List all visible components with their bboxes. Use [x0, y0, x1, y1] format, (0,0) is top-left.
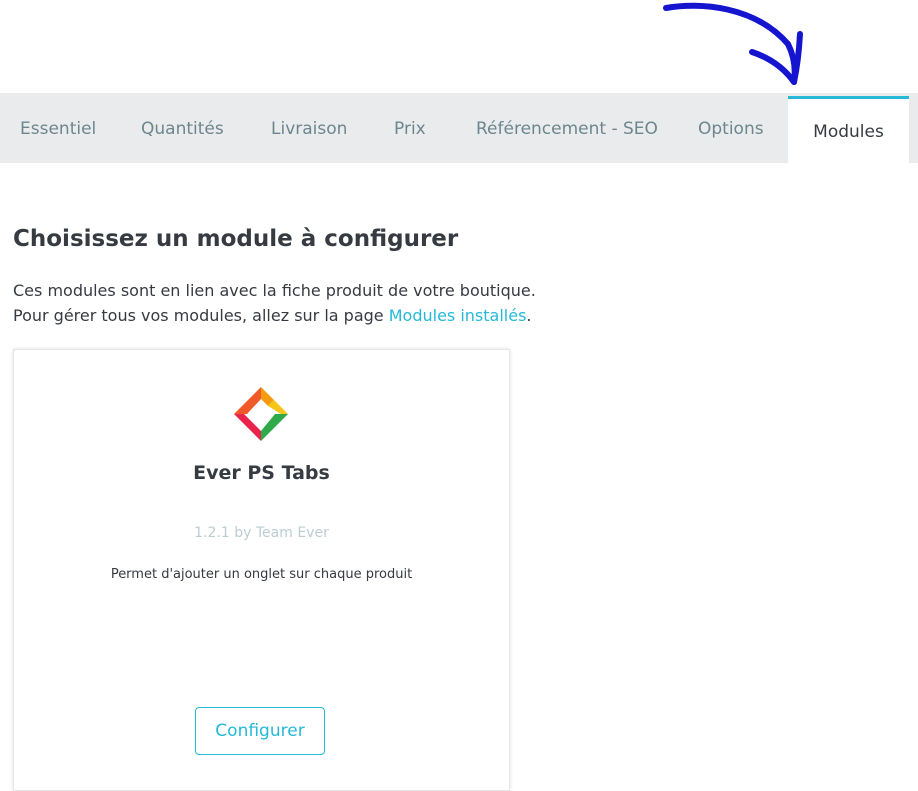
tab-referencement-seo[interactable]: Référencement - SEO — [476, 93, 658, 163]
intro-line-1: Ces modules sont en lien avec la fiche p… — [13, 281, 536, 300]
diamond-logo-icon — [234, 387, 288, 441]
tab-quantites[interactable]: Quantités — [141, 93, 224, 163]
intro-line-2: Pour gérer tous vos modules, allez sur l… — [13, 303, 536, 328]
intro-text: Ces modules sont en lien avec la fiche p… — [13, 278, 536, 328]
module-description: Permet d'ajouter un onglet sur chaque pr… — [110, 567, 413, 582]
tab-essentiel[interactable]: Essentiel — [20, 93, 96, 163]
page-title: Choisissez un module à configurer — [13, 226, 459, 252]
module-card: Ever PS Tabs 1.2.1 by Team Ever Permet d… — [13, 349, 510, 791]
annotation-arrow — [663, 2, 803, 85]
tab-livraison[interactable]: Livraison — [271, 93, 347, 163]
module-version: 1.2.1 by Team Ever — [194, 525, 329, 541]
tab-options[interactable]: Options — [698, 93, 764, 163]
tab-prix[interactable]: Prix — [394, 93, 426, 163]
product-tabs: Essentiel Quantités Livraison Prix Référ… — [0, 93, 918, 167]
module-name: Ever PS Tabs — [193, 462, 330, 484]
intro-line-2-suffix: . — [526, 306, 532, 325]
tab-modules[interactable]: Modules — [788, 96, 909, 167]
installed-modules-link[interactable]: Modules installés — [389, 306, 527, 325]
intro-line-2-prefix: Pour gérer tous vos modules, allez sur l… — [13, 306, 389, 325]
configure-button[interactable]: Configurer — [195, 707, 325, 755]
